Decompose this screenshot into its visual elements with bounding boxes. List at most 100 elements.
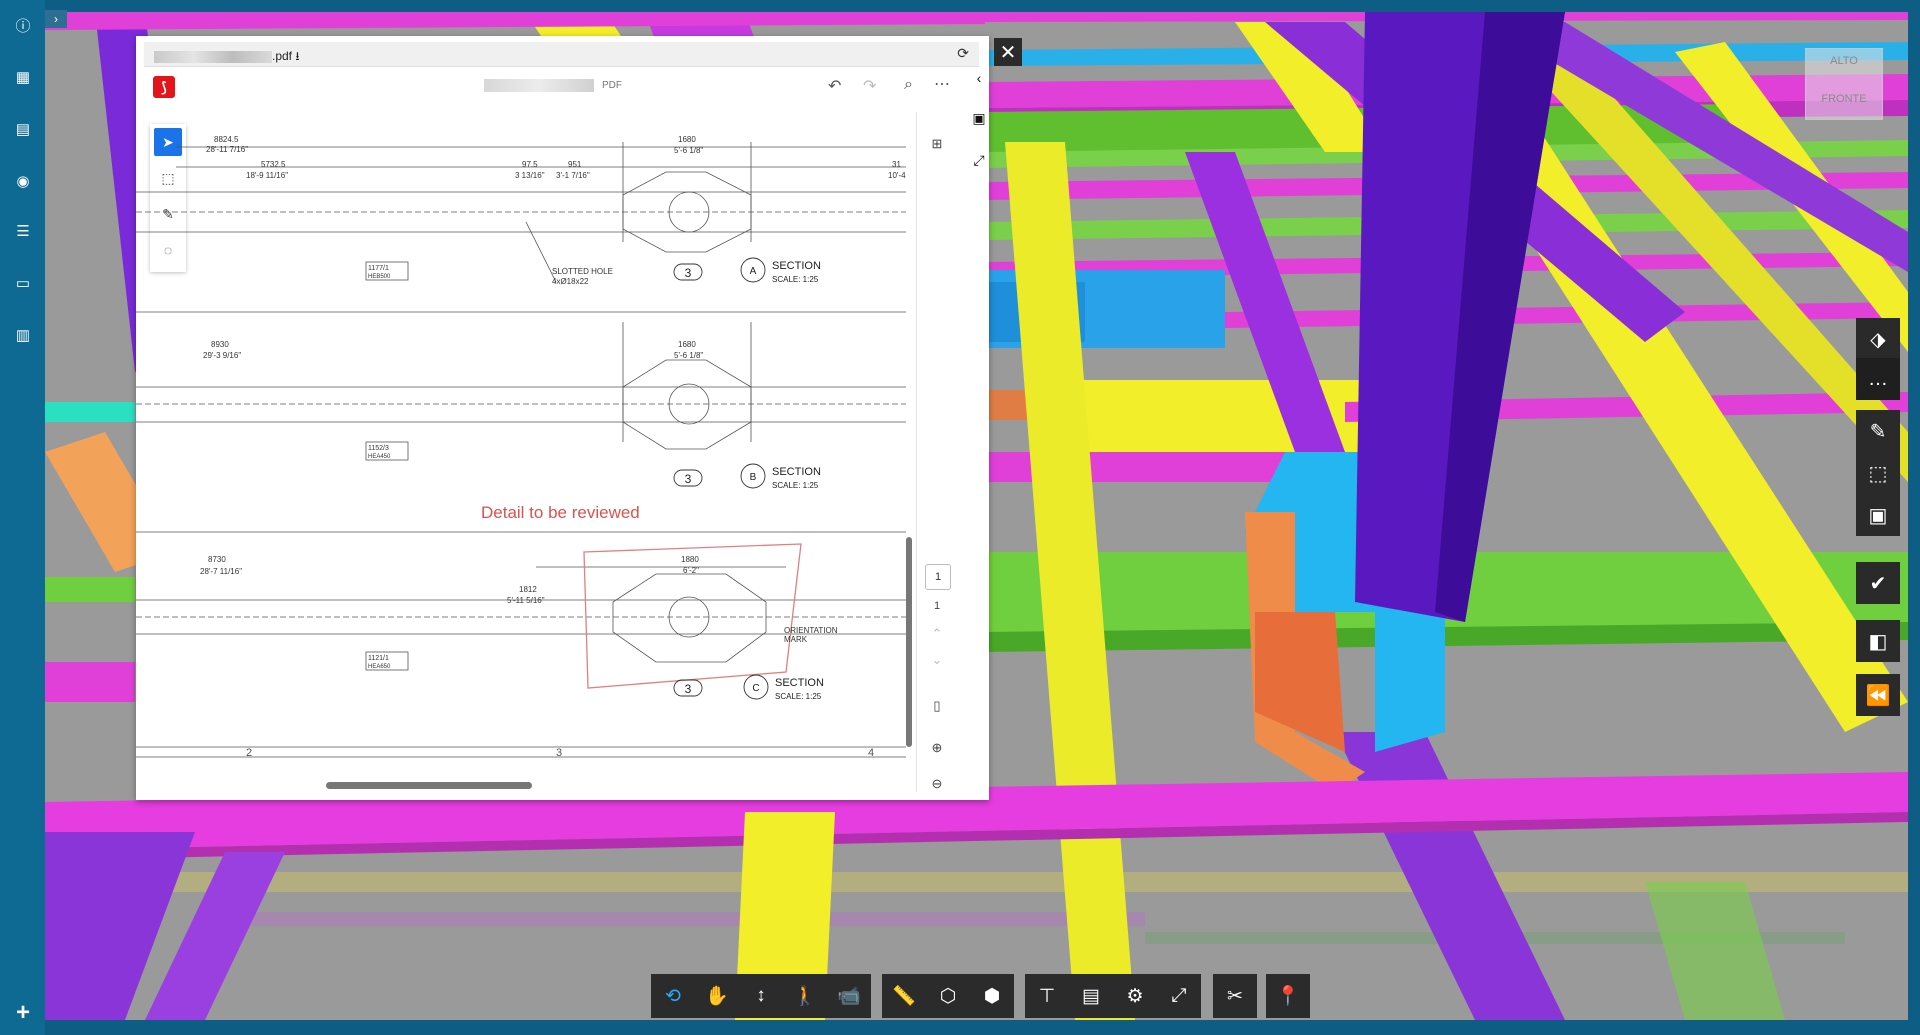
- thumbnails-icon[interactable]: ⊞: [925, 136, 949, 156]
- add-button[interactable]: +: [12, 999, 34, 1026]
- table-icon[interactable]: ▦: [12, 66, 34, 88]
- dim-top-4-sub: 3'-1 7/16": [556, 171, 590, 180]
- toolbox-icon[interactable]: ▣: [1856, 494, 1900, 536]
- viewcube-top-label: ALTO: [1830, 55, 1858, 67]
- tag-c: 1121/1: [368, 655, 389, 662]
- pdf-vertical-scroll-thumb[interactable]: [906, 537, 912, 747]
- section-c-title: SECTION: [775, 677, 824, 689]
- pdf-toolbar: ↶ ↷ ⌕ ⋯: [136, 72, 989, 112]
- viewcube-front-label: FRONTE: [1821, 93, 1867, 105]
- pdf-side-controls: ‹ ▣ ⤢: [969, 70, 989, 180]
- page-down-icon[interactable]: ⌄: [925, 652, 949, 672]
- more-dots-icon[interactable]: …: [1856, 358, 1900, 400]
- pin-icon[interactable]: 📍: [1266, 974, 1310, 1018]
- detail-number-b: 3: [685, 472, 692, 486]
- model-icon[interactable]: ◧: [1856, 620, 1900, 662]
- zoom-in-icon[interactable]: ⊕: [925, 740, 949, 760]
- more-icon[interactable]: ⋯: [934, 74, 950, 94]
- document-icon[interactable]: ▤: [12, 118, 34, 140]
- save-icon[interactable]: ▣: [969, 110, 989, 130]
- search-icon[interactable]: ⌕: [904, 76, 913, 94]
- grid-label-4: 4: [868, 747, 874, 759]
- dim-bot-3-sub: 5'-11 5/16": [507, 596, 545, 605]
- pan-icon[interactable]: ✋: [695, 974, 739, 1018]
- page-number-input[interactable]: 1: [925, 564, 951, 590]
- dim-top-5: 1680: [678, 135, 696, 144]
- fullscreen-icon[interactable]: ⤢: [1157, 974, 1201, 1018]
- markup-icon[interactable]: ✎: [1856, 410, 1900, 452]
- expand-icon[interactable]: ⤢: [969, 152, 989, 172]
- model-toolbar: ⊤ ▤ ⚙ ⤢: [1025, 974, 1201, 1018]
- section-box-icon[interactable]: ⬚: [1856, 452, 1900, 494]
- page-total: 1: [933, 600, 941, 612]
- page-up-icon[interactable]: ⌃: [925, 626, 949, 646]
- section-b-title: SECTION: [772, 466, 821, 478]
- pdf-horizontal-scroll-thumb[interactable]: [326, 782, 532, 789]
- dim-top-5-sub: 5'-6 1/8": [674, 146, 703, 155]
- chevron-left-icon[interactable]: ‹: [969, 70, 989, 90]
- approve-icon[interactable]: ✔: [1856, 562, 1900, 604]
- undo-icon[interactable]: ↶: [828, 76, 841, 96]
- comment-icon[interactable]: ▭: [12, 272, 34, 294]
- section-b-letter: B: [750, 472, 757, 483]
- dim-top-2: 5732.5: [261, 160, 286, 169]
- dim-bot-1: 8730: [208, 555, 226, 564]
- elevation-icon[interactable]: ↕: [739, 974, 783, 1018]
- section-c-scale: SCALE: 1:25: [775, 692, 822, 701]
- tag-a: 1177/1: [368, 265, 389, 272]
- tag-b-sub: HEA450: [368, 454, 391, 460]
- rewind-icon[interactable]: ⏪: [1856, 674, 1900, 716]
- walk-icon[interactable]: 🚶: [783, 974, 827, 1018]
- zoom-out-icon[interactable]: ⊖: [925, 776, 949, 796]
- section-a-letter: A: [750, 266, 757, 277]
- orientation-mark-sub: MARK: [784, 635, 808, 644]
- refresh-icon[interactable]: ⟳: [957, 45, 969, 62]
- view-cube[interactable]: ALTO FRONTE: [1805, 48, 1883, 120]
- redo-icon[interactable]: ↷: [863, 76, 876, 96]
- dim-bot-2: 1880: [681, 555, 699, 564]
- slotted-hole: SLOTTED HOLE: [552, 267, 613, 276]
- section-icon[interactable]: ⬡: [926, 974, 970, 1018]
- info-icon[interactable]: ⓘ: [12, 14, 34, 36]
- transparency-icon[interactable]: ⬗: [1856, 318, 1900, 360]
- structure-icon[interactable]: ⊤: [1025, 974, 1069, 1018]
- camera-icon[interactable]: 📹: [827, 974, 871, 1018]
- page-fit-icon[interactable]: ▯: [925, 698, 949, 718]
- pdf-page[interactable]: 8824.5 28'-11 7/16" 5732.5 18'-9 11/16" …: [136, 112, 914, 767]
- navigation-toolbar: ⟲ ✋ ↕ 🚶 📹: [651, 974, 871, 1018]
- pdf-file-name[interactable]: .pdf ⭳: [154, 47, 300, 68]
- properties-icon[interactable]: ▤: [1069, 974, 1113, 1018]
- review-note[interactable]: Detail to be reviewed: [481, 503, 640, 522]
- tag-a-sub: HEB500: [368, 274, 391, 280]
- close-pdf-button[interactable]: ✕: [994, 38, 1022, 66]
- pdf-horizontal-scrollbar[interactable]: [136, 778, 914, 792]
- dim-top-1: 8824.5: [214, 135, 239, 144]
- camera-icon[interactable]: ◉: [12, 170, 34, 192]
- tools-icon[interactable]: ✂: [1213, 974, 1257, 1018]
- dim-top-6: 31: [892, 160, 901, 169]
- orientation-mark: ORIENTATION: [784, 626, 838, 635]
- pdf-file-bar: .pdf ⭳ ⟳: [144, 42, 979, 67]
- measure-toolbar: 📏 ⬡ ⬢: [882, 974, 1014, 1018]
- orbit-icon[interactable]: ⟲: [651, 974, 695, 1018]
- pdf-viewer: .pdf ⭳ ⟳ ⟆ PDF ↶ ↷ ⌕ ⋯ ➤ ⬚ ✎ ◌ 8824.5 28…: [136, 36, 989, 800]
- detail-number-a: 3: [685, 266, 692, 280]
- dim-top-1-sub: 28'-11 7/16": [206, 145, 248, 154]
- building-icon[interactable]: ▥: [12, 324, 34, 346]
- settings-icon[interactable]: ⚙: [1113, 974, 1157, 1018]
- dim-top-3: 97.5: [522, 160, 538, 169]
- dim-top-4: 951: [568, 160, 582, 169]
- explode-icon[interactable]: ⬢: [970, 974, 1014, 1018]
- dim-bot-1-sub: 28'-7 11/16": [200, 567, 242, 576]
- pdf-vertical-scrollbar[interactable]: [904, 114, 914, 774]
- section-a-title: SECTION: [772, 260, 821, 272]
- collapse-panel-tab[interactable]: ›: [45, 10, 67, 28]
- measure-icon[interactable]: 📏: [882, 974, 926, 1018]
- left-rail: ⓘ ▦ ▤ ◉ ☰ ▭ ▥ +: [0, 0, 45, 1035]
- list-icon[interactable]: ☰: [12, 220, 34, 242]
- dim-top-2-sub: 18'-9 11/16": [246, 171, 288, 180]
- grid-label-3: 3: [556, 747, 562, 759]
- section-a-scale: SCALE: 1:25: [772, 275, 819, 284]
- tag-c-sub: HEA650: [368, 664, 391, 670]
- download-icon[interactable]: ⭳: [295, 49, 299, 63]
